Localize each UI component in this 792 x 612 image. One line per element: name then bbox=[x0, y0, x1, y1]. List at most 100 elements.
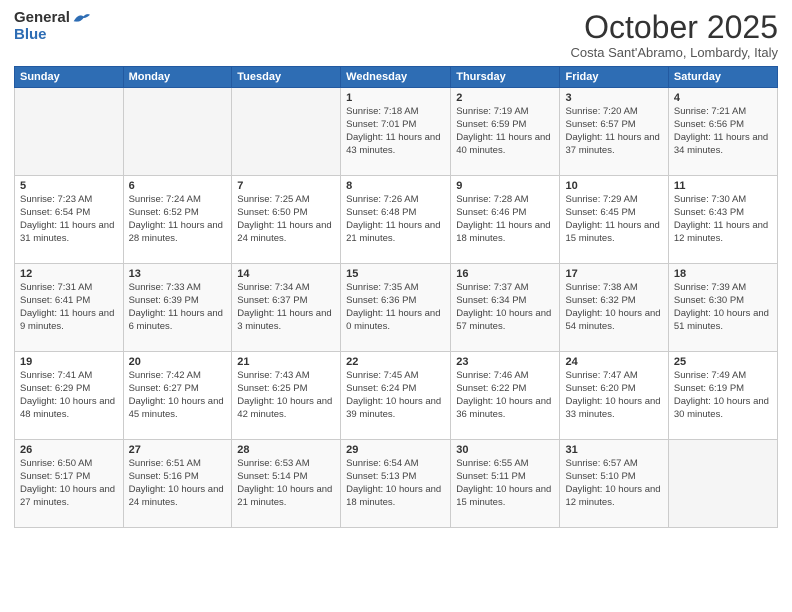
day-info: Sunrise: 7:38 AMSunset: 6:32 PMDaylight:… bbox=[565, 282, 662, 333]
day-info: Sunrise: 7:25 AMSunset: 6:50 PMDaylight:… bbox=[237, 194, 335, 245]
day-number: 6 bbox=[129, 180, 227, 192]
day-number: 12 bbox=[20, 268, 118, 280]
day-number: 17 bbox=[565, 268, 662, 280]
day-info: Sunrise: 7:49 AMSunset: 6:19 PMDaylight:… bbox=[674, 370, 772, 421]
calendar-header-row: Sunday Monday Tuesday Wednesday Thursday… bbox=[15, 67, 778, 88]
calendar-cell: 20 Sunrise: 7:42 AMSunset: 6:27 PMDayligh… bbox=[123, 352, 232, 440]
day-info: Sunrise: 6:55 AMSunset: 5:11 PMDaylight:… bbox=[456, 458, 554, 509]
day-number: 15 bbox=[346, 268, 445, 280]
col-thursday: Thursday bbox=[451, 67, 560, 88]
day-number: 14 bbox=[237, 268, 335, 280]
day-number: 31 bbox=[565, 444, 662, 456]
calendar-cell: 29Sunrise: 6:54 AMSunset: 5:13 PMDayligh… bbox=[341, 440, 451, 528]
calendar-cell: 17 Sunrise: 7:38 AMSunset: 6:32 PMDayligh… bbox=[560, 264, 668, 352]
col-sunday: Sunday bbox=[15, 67, 124, 88]
calendar-cell: 19Sunrise: 7:41 AMSunset: 6:29 PMDayligh… bbox=[15, 352, 124, 440]
calendar-cell: 27 Sunrise: 6:51 AMSunset: 5:16 PMDayligh… bbox=[123, 440, 232, 528]
calendar-body: 1 Sunrise: 7:18 AMSunset: 7:01 PMDaylight… bbox=[15, 88, 778, 528]
day-number: 27 bbox=[129, 444, 227, 456]
logo-blue: Blue bbox=[14, 27, 47, 44]
day-info: Sunrise: 7:35 AMSunset: 6:36 PMDaylight:… bbox=[346, 282, 445, 333]
day-info: Sunrise: 7:33 AMSunset: 6:39 PMDaylight:… bbox=[129, 282, 227, 333]
day-number: 13 bbox=[129, 268, 227, 280]
title-block: October 2025 Costa Sant'Abramo, Lombardy… bbox=[571, 10, 778, 60]
day-number: 2 bbox=[456, 92, 554, 104]
day-info: Sunrise: 7:21 AMSunset: 6:56 PMDaylight:… bbox=[674, 106, 772, 157]
day-info: Sunrise: 7:39 AMSunset: 6:30 PMDaylight:… bbox=[674, 282, 772, 333]
calendar-cell: 28Sunrise: 6:53 AMSunset: 5:14 PMDayligh… bbox=[232, 440, 341, 528]
day-info: Sunrise: 7:20 AMSunset: 6:57 PMDaylight:… bbox=[565, 106, 662, 157]
calendar-cell: 23 Sunrise: 7:46 AMSunset: 6:22 PMDayligh… bbox=[451, 352, 560, 440]
calendar-cell: 14 Sunrise: 7:34 AMSunset: 6:37 PMDayligh… bbox=[232, 264, 341, 352]
calendar-cell: 9 Sunrise: 7:28 AMSunset: 6:46 PMDaylight… bbox=[451, 176, 560, 264]
calendar-cell: 25 Sunrise: 7:49 AMSunset: 6:19 PMDayligh… bbox=[668, 352, 777, 440]
day-info: Sunrise: 7:45 AMSunset: 6:24 PMDaylight:… bbox=[346, 370, 445, 421]
calendar-cell: 18 Sunrise: 7:39 AMSunset: 6:30 PMDayligh… bbox=[668, 264, 777, 352]
day-info: Sunrise: 7:42 AMSunset: 6:27 PMDaylight:… bbox=[129, 370, 227, 421]
day-number: 30 bbox=[456, 444, 554, 456]
calendar-cell bbox=[232, 88, 341, 176]
day-number: 9 bbox=[456, 180, 554, 192]
day-info: Sunrise: 7:46 AMSunset: 6:22 PMDaylight:… bbox=[456, 370, 554, 421]
calendar-week-row: 5 Sunrise: 7:23 AMSunset: 6:54 PMDaylight… bbox=[15, 176, 778, 264]
day-info: Sunrise: 7:26 AMSunset: 6:48 PMDaylight:… bbox=[346, 194, 445, 245]
col-saturday: Saturday bbox=[668, 67, 777, 88]
day-number: 11 bbox=[674, 180, 772, 192]
calendar-cell: 30 Sunrise: 6:55 AMSunset: 5:11 PMDayligh… bbox=[451, 440, 560, 528]
calendar-cell: 6 Sunrise: 7:24 AMSunset: 6:52 PMDaylight… bbox=[123, 176, 232, 264]
day-number: 23 bbox=[456, 356, 554, 368]
col-tuesday: Tuesday bbox=[232, 67, 341, 88]
day-info: Sunrise: 7:18 AMSunset: 7:01 PMDaylight:… bbox=[346, 106, 445, 157]
day-number: 16 bbox=[456, 268, 554, 280]
calendar-cell: 13 Sunrise: 7:33 AMSunset: 6:39 PMDayligh… bbox=[123, 264, 232, 352]
calendar-cell: 5 Sunrise: 7:23 AMSunset: 6:54 PMDaylight… bbox=[15, 176, 124, 264]
calendar-week-row: 26 Sunrise: 6:50 AMSunset: 5:17 PMDayligh… bbox=[15, 440, 778, 528]
day-number: 25 bbox=[674, 356, 772, 368]
day-info: Sunrise: 7:29 AMSunset: 6:45 PMDaylight:… bbox=[565, 194, 662, 245]
calendar-cell: 24Sunrise: 7:47 AMSunset: 6:20 PMDayligh… bbox=[560, 352, 668, 440]
day-info: Sunrise: 7:28 AMSunset: 6:46 PMDaylight:… bbox=[456, 194, 554, 245]
calendar-cell: 11Sunrise: 7:30 AMSunset: 6:43 PMDayligh… bbox=[668, 176, 777, 264]
day-info: Sunrise: 7:24 AMSunset: 6:52 PMDaylight:… bbox=[129, 194, 227, 245]
day-number: 21 bbox=[237, 356, 335, 368]
day-info: Sunrise: 6:50 AMSunset: 5:17 PMDaylight:… bbox=[20, 458, 118, 509]
calendar-cell: 10Sunrise: 7:29 AMSunset: 6:45 PMDayligh… bbox=[560, 176, 668, 264]
calendar-cell: 16Sunrise: 7:37 AMSunset: 6:34 PMDayligh… bbox=[451, 264, 560, 352]
page-header: General Blue October 2025 Costa Sant'Abr… bbox=[14, 10, 778, 60]
col-wednesday: Wednesday bbox=[341, 67, 451, 88]
day-number: 7 bbox=[237, 180, 335, 192]
day-number: 18 bbox=[674, 268, 772, 280]
calendar-cell: 7 Sunrise: 7:25 AMSunset: 6:50 PMDaylight… bbox=[232, 176, 341, 264]
calendar-cell bbox=[668, 440, 777, 528]
day-number: 5 bbox=[20, 180, 118, 192]
day-info: Sunrise: 7:19 AMSunset: 6:59 PMDaylight:… bbox=[456, 106, 554, 157]
day-info: Sunrise: 6:53 AMSunset: 5:14 PMDaylight:… bbox=[237, 458, 335, 509]
day-info: Sunrise: 6:51 AMSunset: 5:16 PMDaylight:… bbox=[129, 458, 227, 509]
calendar-week-row: 1 Sunrise: 7:18 AMSunset: 7:01 PMDaylight… bbox=[15, 88, 778, 176]
day-info: Sunrise: 6:54 AMSunset: 5:13 PMDaylight:… bbox=[346, 458, 445, 509]
day-info: Sunrise: 7:43 AMSunset: 6:25 PMDaylight:… bbox=[237, 370, 335, 421]
day-number: 8 bbox=[346, 180, 445, 192]
day-number: 24 bbox=[565, 356, 662, 368]
day-info: Sunrise: 6:57 AMSunset: 5:10 PMDaylight:… bbox=[565, 458, 662, 509]
logo-general: General bbox=[14, 10, 70, 27]
calendar-cell: 4 Sunrise: 7:21 AMSunset: 6:56 PMDaylight… bbox=[668, 88, 777, 176]
month-title: October 2025 bbox=[571, 10, 778, 45]
calendar-cell: 21 Sunrise: 7:43 AMSunset: 6:25 PMDayligh… bbox=[232, 352, 341, 440]
day-number: 4 bbox=[674, 92, 772, 104]
calendar-cell: 15 Sunrise: 7:35 AMSunset: 6:36 PMDayligh… bbox=[341, 264, 451, 352]
calendar-cell: 1 Sunrise: 7:18 AMSunset: 7:01 PMDaylight… bbox=[341, 88, 451, 176]
day-number: 1 bbox=[346, 92, 445, 104]
calendar-cell: 3Sunrise: 7:20 AMSunset: 6:57 PMDaylight… bbox=[560, 88, 668, 176]
logo-bird-icon bbox=[72, 11, 90, 25]
calendar-week-row: 12Sunrise: 7:31 AMSunset: 6:41 PMDayligh… bbox=[15, 264, 778, 352]
day-number: 20 bbox=[129, 356, 227, 368]
col-friday: Friday bbox=[560, 67, 668, 88]
day-info: Sunrise: 7:34 AMSunset: 6:37 PMDaylight:… bbox=[237, 282, 335, 333]
day-info: Sunrise: 7:23 AMSunset: 6:54 PMDaylight:… bbox=[20, 194, 118, 245]
day-number: 26 bbox=[20, 444, 118, 456]
calendar-cell: 8 Sunrise: 7:26 AMSunset: 6:48 PMDaylight… bbox=[341, 176, 451, 264]
calendar-cell: 31 Sunrise: 6:57 AMSunset: 5:10 PMDayligh… bbox=[560, 440, 668, 528]
day-number: 19 bbox=[20, 356, 118, 368]
calendar-cell: 12Sunrise: 7:31 AMSunset: 6:41 PMDayligh… bbox=[15, 264, 124, 352]
